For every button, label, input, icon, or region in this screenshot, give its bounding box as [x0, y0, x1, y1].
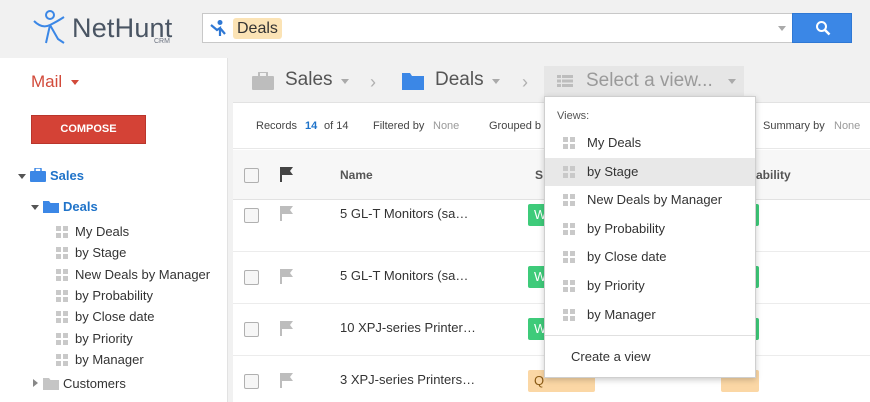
- dropdown-view-label: by Probability: [587, 220, 666, 236]
- flag-icon[interactable]: [279, 166, 295, 182]
- briefcase-icon: [252, 72, 274, 90]
- dropdown-view-label: My Deals: [587, 135, 642, 150]
- flag-icon[interactable]: [279, 320, 295, 336]
- breadcrumb-deals-caret-icon[interactable]: [492, 79, 500, 84]
- grid-view-icon: [563, 137, 575, 149]
- sidebar-view-item[interactable]: by Stage: [75, 245, 126, 260]
- breadcrumb-chevron-icon: ›: [522, 72, 528, 92]
- views-dropdown-header: Views:: [557, 110, 590, 122]
- select-view-dropdown[interactable]: Select a view...: [544, 66, 744, 96]
- grid-view-icon: [56, 226, 68, 238]
- mail-menu[interactable]: Mail: [31, 72, 62, 92]
- dropdown-divider: [545, 335, 755, 336]
- dropdown-view-item[interactable]: by Close date: [545, 243, 755, 271]
- summary-label: Summary by: [763, 120, 825, 132]
- grid-view-icon: [56, 353, 68, 366]
- app-header: NetHunt CRM Deals: [0, 0, 870, 58]
- records-label: Records: [256, 120, 297, 132]
- breadcrumb-chevron-icon: ›: [370, 72, 376, 92]
- views-dropdown-menu: Views: My Deals by Stage New Deals by Mana…: [544, 96, 756, 378]
- list-view-icon: [557, 75, 573, 87]
- row-checkbox[interactable]: [244, 322, 259, 337]
- dropdown-view-label: by Stage: [587, 163, 639, 179]
- grid-view-icon: [563, 222, 575, 235]
- sidebar-view-item[interactable]: by Probability: [75, 288, 153, 303]
- dropdown-view-label: by Manager: [587, 306, 656, 322]
- sidebar-view-item[interactable]: by Manager: [75, 352, 144, 367]
- folder-icon: [402, 73, 424, 90]
- dropdown-view-item[interactable]: by Priority: [545, 272, 755, 300]
- search-input[interactable]: Deals: [202, 13, 792, 43]
- sales-expand-icon[interactable]: [18, 174, 26, 179]
- row-name[interactable]: 5 GL-T Monitors (sa…: [340, 206, 468, 221]
- flag-icon[interactable]: [279, 372, 295, 388]
- sidebar-view-item[interactable]: My Deals: [75, 224, 129, 239]
- dropdown-view-item[interactable]: by Probability: [545, 215, 755, 243]
- row-checkbox[interactable]: [244, 270, 259, 285]
- folder-icon: [43, 378, 59, 390]
- filtered-label: Filtered by: [373, 120, 425, 132]
- column-name[interactable]: Name: [340, 168, 373, 182]
- search-icon: [816, 21, 831, 36]
- dropdown-view-label: by Close date: [587, 249, 667, 265]
- compose-button[interactable]: COMPOSE: [31, 115, 146, 144]
- briefcase-icon: [30, 168, 46, 182]
- grid-view-icon: [56, 311, 68, 324]
- dropdown-view-item[interactable]: by Stage: [545, 157, 755, 186]
- sidebar-item-customers[interactable]: Customers: [63, 376, 126, 391]
- row-name[interactable]: 5 GL-T Monitors (sa…: [340, 268, 468, 283]
- mail-caret-icon[interactable]: [71, 80, 79, 85]
- row-checkbox[interactable]: [244, 374, 259, 389]
- records-total: of 14: [324, 120, 349, 132]
- row-checkbox[interactable]: [244, 208, 259, 223]
- deals-expand-icon[interactable]: [31, 205, 39, 210]
- nethunt-logo[interactable]: NetHunt CRM: [30, 9, 180, 49]
- row-name[interactable]: 3 XPJ-series Printers…: [340, 372, 475, 387]
- logo-sub: CRM: [154, 38, 170, 45]
- breadcrumb-deals[interactable]: Deals: [435, 69, 484, 91]
- filtered-value[interactable]: None: [433, 120, 459, 132]
- breadcrumb-sales-caret-icon[interactable]: [341, 79, 349, 84]
- grid-view-icon: [563, 165, 575, 178]
- dropdown-view-item[interactable]: New Deals by Manager: [545, 186, 755, 214]
- column-stage[interactable]: S: [535, 168, 543, 182]
- grid-view-icon: [563, 251, 575, 264]
- sidebar-view-item[interactable]: by Close date: [75, 309, 155, 324]
- search-button[interactable]: [792, 13, 852, 43]
- grid-view-icon: [56, 332, 68, 345]
- grouped-label: Grouped b: [489, 120, 541, 132]
- sidebar-view-item[interactable]: New Deals by Manager: [75, 267, 210, 282]
- customers-expand-icon[interactable]: [33, 379, 38, 387]
- sidebar-view-item[interactable]: by Priority: [75, 331, 133, 346]
- nethunt-search-icon: [210, 20, 226, 36]
- row-name[interactable]: 10 XPJ-series Printer…: [340, 320, 476, 335]
- sidebar-item-sales[interactable]: Sales: [50, 168, 84, 183]
- grid-view-icon: [563, 194, 575, 207]
- dropdown-view-label: New Deals by Manager: [587, 192, 723, 208]
- nethunt-logo-icon: [33, 10, 65, 44]
- grid-view-icon: [56, 268, 68, 281]
- sidebar-item-deals[interactable]: Deals: [63, 199, 98, 214]
- breadcrumb-sales[interactable]: Sales: [285, 69, 333, 91]
- select-all-checkbox[interactable]: [244, 168, 259, 183]
- folder-icon: [43, 201, 59, 213]
- sidebar: Mail COMPOSE Sales Deals My Deals by Stag…: [0, 58, 228, 402]
- column-probability[interactable]: ability: [756, 168, 791, 182]
- dropdown-view-item[interactable]: My Deals: [545, 129, 755, 157]
- create-view-button[interactable]: Create a view: [571, 349, 650, 364]
- grid-view-icon: [56, 289, 68, 302]
- grid-view-icon: [563, 308, 575, 321]
- grid-view-icon: [563, 280, 575, 292]
- search-chip[interactable]: Deals: [233, 18, 282, 39]
- flag-icon[interactable]: [279, 268, 295, 284]
- select-view-placeholder: Select a view...: [586, 70, 713, 91]
- select-view-caret-icon[interactable]: [728, 79, 736, 84]
- dropdown-view-item[interactable]: by Manager: [545, 301, 755, 329]
- search-dropdown-caret-icon[interactable]: [778, 26, 786, 31]
- records-count: 14: [305, 120, 318, 132]
- dropdown-view-label: by Priority: [587, 278, 645, 293]
- flag-icon[interactable]: [279, 205, 295, 221]
- summary-value[interactable]: None: [834, 120, 860, 132]
- grid-view-icon: [56, 247, 68, 260]
